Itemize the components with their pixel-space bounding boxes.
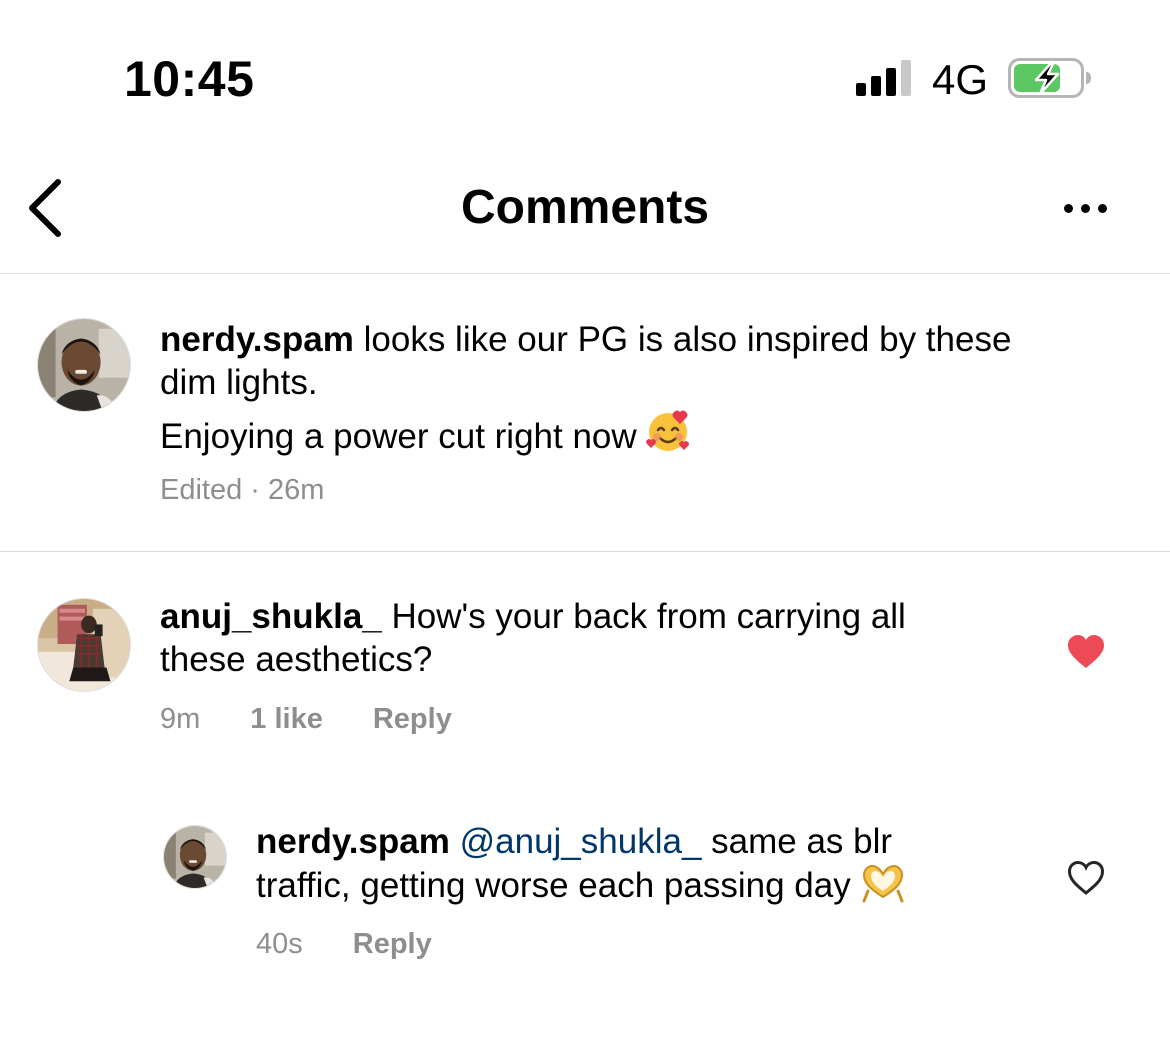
- comment-text-line1: same as blr: [711, 822, 893, 861]
- reply-button[interactable]: Reply: [373, 703, 452, 736]
- heart-outline-icon[interactable]: [1067, 860, 1105, 896]
- comments-header: Comments: [0, 150, 1170, 274]
- comment-edited-time: Edited · 26m: [160, 474, 325, 506]
- comment-like-count[interactable]: 1 like: [250, 703, 323, 736]
- more-options-icon[interactable]: [1062, 200, 1110, 216]
- network-type: 4G: [932, 56, 989, 103]
- user-mention-link[interactable]: @anuj_shukla_: [460, 822, 702, 861]
- comment-text-line2: these aesthetics?: [160, 640, 433, 679]
- comment-time: 40s: [256, 928, 303, 960]
- comment-meta: 9m 1 like Reply: [160, 703, 452, 736]
- comment-text-line3: Enjoying a power cut right now: [160, 417, 637, 456]
- cellular-signal-icon: [856, 60, 914, 96]
- comment-username[interactable]: nerdy.spam: [256, 822, 450, 861]
- comment-text-line2: traffic, getting worse each passing day: [256, 866, 851, 905]
- heart-filled-icon[interactable]: [1067, 634, 1105, 670]
- comment-meta: 40s Reply: [256, 928, 432, 961]
- status-bar: 10:45 4G: [0, 0, 1170, 150]
- reply-button[interactable]: Reply: [353, 928, 432, 961]
- comment-username[interactable]: anuj_shukla_: [160, 597, 382, 636]
- comment-body-line3: Enjoying a power cut right now: [160, 408, 1120, 458]
- status-time: 10:45: [124, 51, 255, 107]
- comment-body: nerdy.spam looks like our PG is also ins…: [160, 318, 1120, 404]
- page-title: Comments: [460, 181, 710, 234]
- comment-text-line1: looks like our PG is also inspired by th…: [363, 320, 1012, 359]
- comment-body: nerdy.spam @anuj_shukla_ same as blr tra…: [256, 820, 1046, 907]
- comment-time: 9m: [160, 703, 201, 735]
- heart-hands-icon: [862, 864, 904, 903]
- avatar[interactable]: [37, 598, 131, 692]
- caption-divider: [0, 551, 1170, 552]
- comment-text-line2: dim lights.: [160, 363, 318, 402]
- avatar[interactable]: [163, 825, 227, 889]
- comment-text-line1: How's your back from carrying all: [391, 597, 906, 636]
- comment-meta: Edited · 26m: [160, 474, 324, 507]
- battery-charging-icon: [1008, 58, 1091, 98]
- comment-username[interactable]: nerdy.spam: [160, 320, 354, 359]
- avatar[interactable]: [37, 318, 131, 412]
- comment-body: anuj_shukla_ How's your back from carryi…: [160, 595, 1040, 681]
- smiling-face-with-hearts-icon: [646, 410, 690, 451]
